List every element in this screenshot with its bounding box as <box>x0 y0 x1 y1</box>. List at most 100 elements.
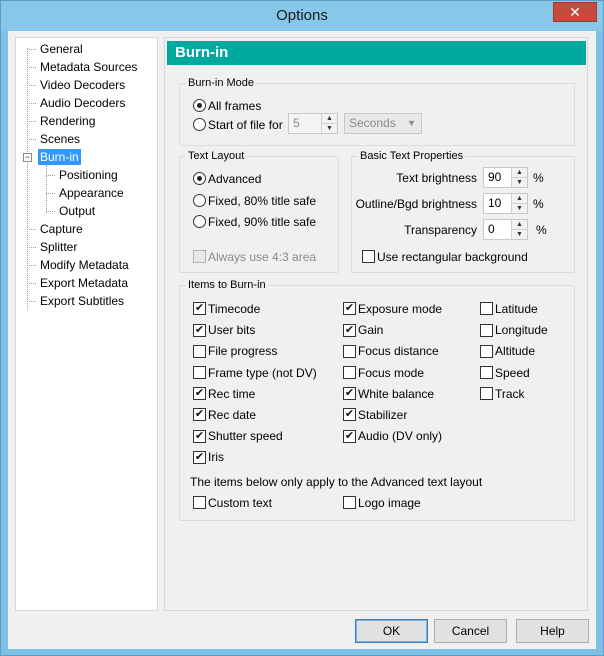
tree-item-general[interactable]: General <box>40 41 83 57</box>
tree-item-video-decoders[interactable]: Video Decoders <box>40 77 125 93</box>
burn-in-item-checkbox[interactable]: ✔ User bits <box>193 321 255 337</box>
tree-guide-line <box>27 247 36 248</box>
burn-in-item-checkbox[interactable]: Focus distance <box>343 342 439 358</box>
burn-in-item-checkbox[interactable]: ✔ Stabilizer <box>343 406 407 422</box>
burn-in-item-checkbox[interactable]: ✔ Iris <box>193 448 224 464</box>
start-of-file-radio[interactable]: Start of file for <box>193 116 283 132</box>
stepper-arrows[interactable]: ▲ ▼ <box>511 220 527 239</box>
collapse-icon[interactable]: − <box>23 153 32 162</box>
tree-item-positioning[interactable]: Positioning <box>59 167 118 183</box>
burn-in-item-checkbox[interactable]: ✔ Rec date <box>193 406 256 422</box>
stepper-value: 5 <box>293 116 300 130</box>
spin-up-icon[interactable]: ▲ <box>512 168 527 177</box>
burn-in-item-checkbox[interactable]: ✔ Gain <box>343 321 383 337</box>
transparency-stepper[interactable]: 0 ▲ ▼ <box>483 219 528 240</box>
burn-in-item-checkbox[interactable]: ✔ Audio (DV only) <box>343 427 442 443</box>
start-seconds-stepper[interactable]: 5 ▲ ▼ <box>288 113 338 134</box>
burn-in-item-checkbox[interactable]: Altitude <box>480 342 535 358</box>
burn-in-item-checkbox[interactable]: Frame type (not DV) <box>193 364 317 380</box>
stepper-arrows[interactable]: ▲ ▼ <box>321 114 337 133</box>
option-label: User bits <box>208 323 256 338</box>
text-brightness-stepper[interactable]: 90 ▲ ▼ <box>483 167 528 188</box>
burn-in-item-checkbox[interactable]: ✔ Exposure mode <box>343 300 442 316</box>
outline-brightness-label: Outline/Bgd brightness <box>355 197 477 211</box>
custom-text-checkbox[interactable]: Custom text <box>193 494 272 510</box>
burn-in-item-checkbox[interactable]: Longitude <box>480 321 548 337</box>
burn-in-item-checkbox[interactable]: ✔ Rec time <box>193 385 255 401</box>
all-frames-radio[interactable]: All frames <box>193 97 261 113</box>
logo-image-checkbox[interactable]: Logo image <box>343 494 421 510</box>
burn-in-item-checkbox[interactable]: ✔ Timecode <box>193 300 260 316</box>
tree-item-export-subtitles[interactable]: Export Subtitles <box>40 293 124 309</box>
burn-in-item-checkbox[interactable]: ✔ White balance <box>343 385 434 401</box>
stepper-arrows[interactable]: ▲ ▼ <box>511 168 527 187</box>
option-label: Logo image <box>358 495 421 510</box>
burn-in-item-checkbox[interactable]: Latitude <box>480 300 538 316</box>
title-bar[interactable]: Options ✕ <box>1 1 603 31</box>
tree-item-capture[interactable]: Capture <box>40 221 83 237</box>
spin-down-icon[interactable]: ▼ <box>512 203 527 212</box>
tree-item-burn-in[interactable]: Burn-in <box>38 149 81 165</box>
options-window: Options ✕ − General Metadata Sources Vid… <box>0 0 604 656</box>
checkmark-icon: ✔ <box>193 387 206 401</box>
checkbox-icon <box>343 496 356 510</box>
stepper-value: 0 <box>488 222 495 236</box>
checkmark-icon: ✔ <box>193 450 206 464</box>
outline-brightness-stepper[interactable]: 10 ▲ ▼ <box>483 193 528 214</box>
stepper-arrows[interactable]: ▲ ▼ <box>511 194 527 213</box>
tree-guide-line <box>27 265 36 266</box>
tree-item-export-metadata[interactable]: Export Metadata <box>40 275 128 291</box>
cancel-button[interactable]: Cancel <box>434 619 507 643</box>
option-label: Custom text <box>208 495 273 510</box>
tree-item-metadata-sources[interactable]: Metadata Sources <box>40 59 137 75</box>
burn-in-item-checkbox[interactable]: Track <box>480 385 525 401</box>
option-label: Audio (DV only) <box>358 429 443 444</box>
option-label: Shutter speed <box>208 429 283 444</box>
option-label: Longitude <box>495 323 548 338</box>
tree-item-modify-metadata[interactable]: Modify Metadata <box>40 257 129 273</box>
burn-in-item-checkbox[interactable]: Focus mode <box>343 364 424 380</box>
tree-item-scenes[interactable]: Scenes <box>40 131 80 147</box>
option-label: Timecode <box>208 301 261 316</box>
ok-button[interactable]: OK <box>355 619 428 643</box>
option-label: Speed <box>495 365 530 380</box>
tree-guide-line <box>27 85 36 86</box>
spin-up-icon[interactable]: ▲ <box>512 220 527 229</box>
option-label: Stabilizer <box>358 407 408 422</box>
spin-up-icon[interactable]: ▲ <box>512 194 527 203</box>
window-title: Options <box>276 7 328 24</box>
checkbox-icon <box>343 365 356 379</box>
radio-icon <box>193 118 206 132</box>
tree-guide-line <box>27 121 36 122</box>
spin-up-icon[interactable]: ▲ <box>322 114 337 123</box>
tree-item-output[interactable]: Output <box>59 203 95 219</box>
tree-guide-line <box>46 211 55 212</box>
radio-icon <box>193 215 206 229</box>
layout-fixed90-radio[interactable]: Fixed, 90% title safe <box>193 213 316 229</box>
option-label: Iris <box>208 450 224 465</box>
burn-in-item-checkbox[interactable]: File progress <box>193 342 277 358</box>
option-label: Track <box>495 386 525 401</box>
checkbox-icon <box>480 323 493 337</box>
checkmark-icon: ✔ <box>343 408 356 422</box>
burn-in-item-checkbox[interactable]: ✔ Shutter speed <box>193 427 283 443</box>
tree-item-splitter[interactable]: Splitter <box>40 239 77 255</box>
checkbox-icon <box>193 344 206 358</box>
always-4x3-checkbox[interactable]: Always use 4:3 area <box>193 248 316 264</box>
rectangular-background-checkbox[interactable]: Use rectangular background <box>362 248 528 264</box>
tree-item-audio-decoders[interactable]: Audio Decoders <box>40 95 125 111</box>
spin-down-icon[interactable]: ▼ <box>512 177 527 186</box>
time-unit-select[interactable]: Seconds ▼ <box>344 113 422 134</box>
help-button[interactable]: Help <box>516 619 589 643</box>
spin-down-icon[interactable]: ▼ <box>322 123 337 132</box>
option-label: Latitude <box>495 301 538 316</box>
tree-item-appearance[interactable]: Appearance <box>59 185 124 201</box>
tree-item-rendering[interactable]: Rendering <box>40 113 95 129</box>
spin-down-icon[interactable]: ▼ <box>512 229 527 238</box>
layout-advanced-radio[interactable]: Advanced <box>193 170 261 186</box>
dialog-client: − General Metadata Sources Video Decoder… <box>8 31 596 649</box>
close-button[interactable]: ✕ <box>553 2 597 22</box>
option-label: Advanced <box>208 171 262 186</box>
layout-fixed80-radio[interactable]: Fixed, 80% title safe <box>193 192 316 208</box>
burn-in-item-checkbox[interactable]: Speed <box>480 364 530 380</box>
